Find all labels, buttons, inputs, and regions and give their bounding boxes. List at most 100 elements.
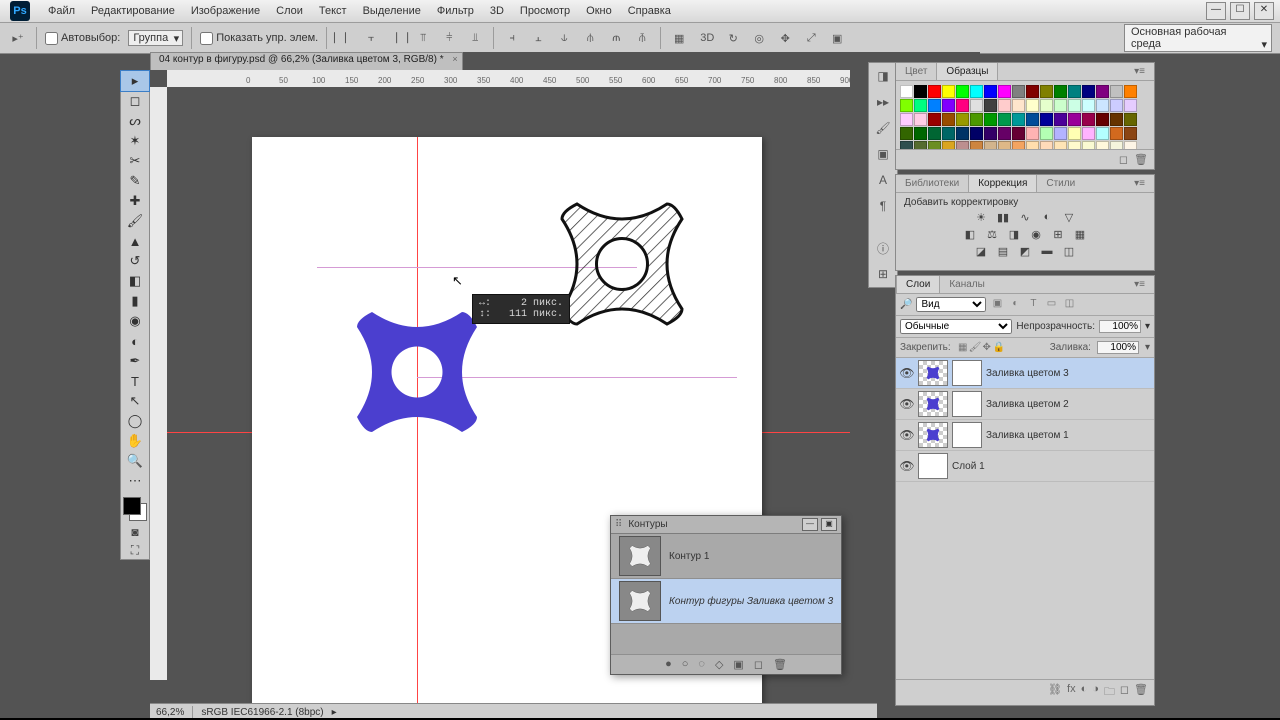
layer-name[interactable]: Заливка цветом 3 bbox=[986, 368, 1154, 379]
color-tab[interactable]: Цвет bbox=[896, 63, 936, 80]
adj-balance-icon[interactable]: ⚖ bbox=[984, 228, 1000, 242]
menu-3d[interactable]: 3D bbox=[482, 0, 512, 22]
stamp-tool[interactable]: ▲ bbox=[121, 231, 149, 251]
brush-panel-icon[interactable]: 🖌 bbox=[873, 119, 893, 137]
path-to-sel-icon[interactable]: ◌ bbox=[698, 658, 705, 671]
ruler-vertical[interactable] bbox=[150, 87, 168, 680]
swatch[interactable] bbox=[928, 99, 941, 112]
styles-tab[interactable]: Стили bbox=[1037, 175, 1084, 192]
swatch[interactable] bbox=[1068, 99, 1081, 112]
align-bottom-icon[interactable]: ⫫ bbox=[465, 28, 485, 48]
swatch[interactable] bbox=[1082, 99, 1095, 112]
align-top-icon[interactable]: ⫪ bbox=[413, 28, 433, 48]
paths-collapse-icon[interactable]: — bbox=[802, 518, 818, 531]
menu-select[interactable]: Выделение bbox=[355, 0, 429, 22]
swatch[interactable] bbox=[1096, 113, 1109, 126]
swatch[interactable] bbox=[1040, 99, 1053, 112]
layer-fx-icon[interactable]: fx bbox=[1067, 683, 1076, 702]
swatch[interactable] bbox=[1026, 85, 1039, 98]
layer-name[interactable]: Заливка цветом 2 bbox=[986, 399, 1154, 410]
menu-help[interactable]: Справка bbox=[620, 0, 679, 22]
panel-menu-icon-2[interactable]: ▾≡ bbox=[1125, 175, 1154, 192]
show-controls-check[interactable]: Показать упр. элем. bbox=[200, 32, 318, 45]
swatch[interactable] bbox=[956, 99, 969, 112]
layers-tab[interactable]: Слои bbox=[896, 276, 940, 293]
swatch[interactable] bbox=[1110, 113, 1123, 126]
lasso-tool[interactable]: ᔕ bbox=[121, 111, 149, 131]
healing-tool[interactable]: ✚ bbox=[121, 191, 149, 211]
layer-mask-icon[interactable]: ◐ bbox=[1081, 683, 1088, 702]
document-tab[interactable]: 04 контур в фигуру.psd @ 66,2% (Заливка … bbox=[150, 52, 463, 70]
layer-mask-thumbnail[interactable] bbox=[952, 422, 982, 448]
swatch[interactable] bbox=[1082, 113, 1095, 126]
swatch[interactable] bbox=[1026, 141, 1039, 149]
layer-mask-thumbnail[interactable] bbox=[952, 391, 982, 417]
swatch[interactable] bbox=[956, 85, 969, 98]
opacity-input[interactable] bbox=[1099, 320, 1141, 333]
swatch[interactable] bbox=[914, 141, 927, 149]
swatch[interactable] bbox=[1040, 113, 1053, 126]
filter-pixel-icon[interactable]: ▣ bbox=[990, 298, 1004, 312]
layer-filter-select[interactable]: Вид bbox=[916, 297, 986, 312]
layer-row[interactable]: 👁 Слой 1 bbox=[896, 451, 1154, 482]
swatch[interactable] bbox=[956, 127, 969, 140]
swatch[interactable] bbox=[1040, 127, 1053, 140]
swatch[interactable] bbox=[970, 113, 983, 126]
move-tool[interactable]: ▸ bbox=[121, 71, 149, 91]
swatch[interactable] bbox=[942, 141, 955, 149]
blend-mode-select[interactable]: Обычные bbox=[900, 319, 1012, 334]
visibility-icon[interactable]: 👁 bbox=[896, 366, 918, 380]
swatch[interactable] bbox=[1054, 141, 1067, 149]
status-flyout-icon[interactable]: ▸ bbox=[332, 707, 337, 718]
visibility-icon[interactable]: 👁 bbox=[896, 459, 918, 473]
swatch[interactable] bbox=[1054, 127, 1067, 140]
adj-thresh-icon[interactable]: ◩ bbox=[1017, 245, 1033, 259]
swatch[interactable] bbox=[984, 113, 997, 126]
color-profile[interactable]: sRGB IEC61966-2.1 (8bpc) bbox=[201, 707, 323, 718]
swatch[interactable] bbox=[1110, 141, 1123, 149]
swatch[interactable] bbox=[998, 99, 1011, 112]
swatch[interactable] bbox=[900, 127, 913, 140]
auto-align-icon[interactable]: ▦ bbox=[669, 28, 689, 48]
swatch[interactable] bbox=[956, 141, 969, 149]
swatch[interactable] bbox=[1012, 127, 1025, 140]
swatch[interactable] bbox=[1096, 99, 1109, 112]
adj-brightness-icon[interactable]: ☀ bbox=[973, 211, 989, 225]
align-hcenter-icon[interactable]: ⫟ bbox=[361, 28, 381, 48]
swatch[interactable] bbox=[1012, 141, 1025, 149]
swatch[interactable] bbox=[1110, 85, 1123, 98]
path-row[interactable]: Контур фигуры Заливка цветом 3 bbox=[611, 579, 841, 624]
hand-tool[interactable]: ✋ bbox=[121, 431, 149, 451]
workspace-selector[interactable]: Основная рабочая среда bbox=[1124, 24, 1272, 52]
group-icon[interactable]: 🗀 bbox=[1104, 683, 1115, 702]
path-select-tool[interactable]: ↖ bbox=[121, 391, 149, 411]
layer-name[interactable]: Слой 1 bbox=[952, 461, 1154, 472]
dist-6-icon[interactable]: ⫚ bbox=[632, 28, 652, 48]
swatch[interactable] bbox=[984, 141, 997, 149]
clone-panel-icon[interactable]: ▣ bbox=[873, 145, 893, 163]
menu-view[interactable]: Просмотр bbox=[512, 0, 578, 22]
layer-thumbnail[interactable] bbox=[918, 391, 948, 417]
auto-select-target[interactable]: Группа bbox=[128, 30, 183, 46]
eyedropper-tool[interactable]: ✎ bbox=[121, 171, 149, 191]
swatch[interactable] bbox=[1068, 85, 1081, 98]
auto-select-check[interactable]: Автовыбор: bbox=[45, 32, 120, 45]
edit-toolbar-icon[interactable]: ⋯ bbox=[121, 471, 149, 491]
swatches-grid[interactable] bbox=[896, 81, 1154, 149]
swatch[interactable] bbox=[970, 141, 983, 149]
opacity-flyout-icon[interactable]: ▾ bbox=[1145, 321, 1150, 332]
layer-name[interactable]: Заливка цветом 1 bbox=[986, 430, 1154, 441]
swatch[interactable] bbox=[1068, 113, 1081, 126]
panel-menu-icon[interactable]: ▾≡ bbox=[1125, 63, 1154, 80]
crop-tool[interactable]: ✂ bbox=[121, 151, 149, 171]
swatch[interactable] bbox=[998, 85, 1011, 98]
panel-menu-icon-3[interactable]: ▾≡ bbox=[1125, 276, 1154, 293]
fill-input[interactable] bbox=[1097, 341, 1139, 354]
fill-flyout-icon[interactable]: ▾ bbox=[1145, 342, 1150, 353]
adj-gradmap-icon[interactable]: ▬ bbox=[1039, 245, 1055, 259]
swatch[interactable] bbox=[914, 113, 927, 126]
swatch[interactable] bbox=[900, 113, 913, 126]
dodge-tool[interactable]: ◐ bbox=[121, 331, 149, 351]
marquee-tool[interactable]: ◻ bbox=[121, 91, 149, 111]
zoom-level[interactable]: 66,2% bbox=[156, 707, 184, 718]
